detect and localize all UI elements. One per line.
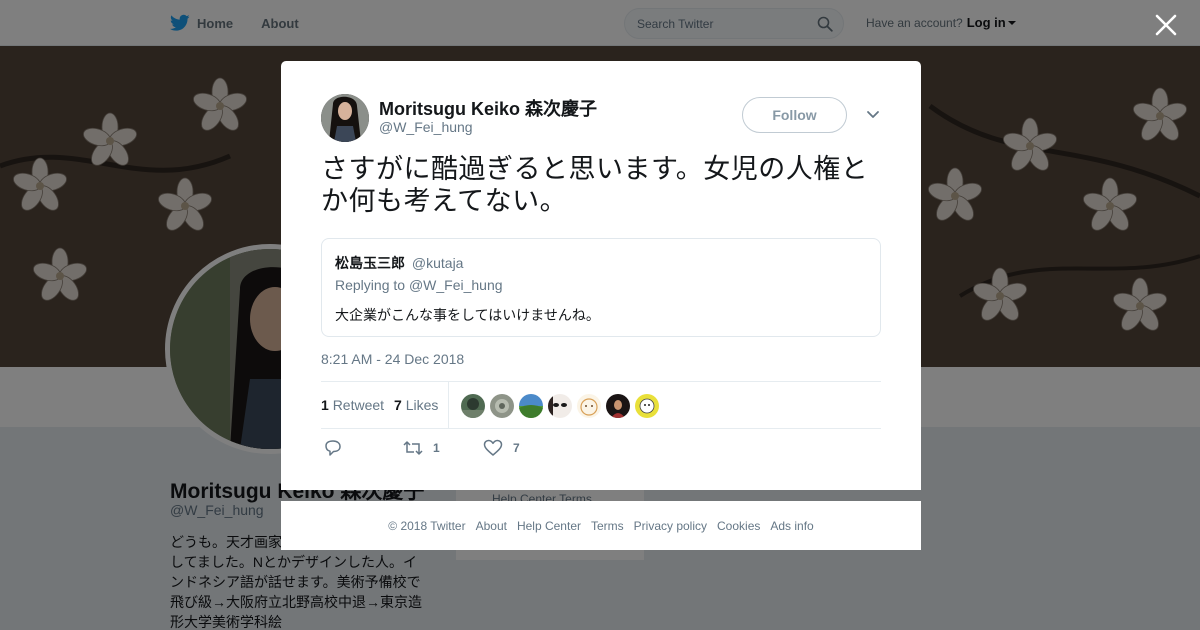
tweet-actions: 1 7 (321, 439, 721, 463)
footer-link-terms[interactable]: Terms (591, 519, 624, 533)
quoted-replying-to: Replying to @W_Fei_hung (335, 277, 503, 293)
quoted-tweet-text: 大企業がこんな事をしてはいけませんね。 (335, 307, 600, 323)
tweet-text: さすがに酷過ぎると思います。女児の人権とか何も考えてない。 (321, 154, 869, 216)
liker-avatar-image (519, 394, 543, 418)
quoted-tweet[interactable]: 松島玉三郎 @kutaja Replying to @W_Fei_hung 大企… (321, 238, 881, 337)
footer-link-about[interactable]: About (476, 519, 507, 533)
reply-icon (325, 440, 341, 456)
author-handle[interactable]: @W_Fei_hung (379, 119, 473, 135)
liker-avatar-image (461, 394, 485, 418)
replying-prefix: Replying to (335, 277, 406, 293)
author-avatar-image (321, 94, 369, 142)
liker-avatar[interactable] (490, 394, 514, 418)
heart-icon (483, 439, 503, 456)
liker-avatar-image (548, 394, 572, 418)
likes-stat-label: Likes (405, 397, 439, 413)
retweet-button[interactable]: 1 (403, 439, 440, 457)
tweet-modal: Moritsugu Keiko 森次慶子 @W_Fei_hung Follow … (281, 61, 921, 490)
retweet-stat-count: 1 (321, 397, 329, 413)
footer-link-help-center[interactable]: Help Center (517, 519, 581, 533)
liker-avatar[interactable] (548, 394, 572, 418)
liker-avatar-image (490, 394, 514, 418)
like-button[interactable]: 7 (483, 439, 520, 457)
liker-avatar[interactable] (519, 394, 543, 418)
quoted-author: 松島玉三郎 @kutaja (335, 253, 463, 273)
liker-avatar[interactable] (461, 394, 485, 418)
retweet-stat-label: Retweet (332, 397, 385, 413)
replying-to-handle[interactable]: @W_Fei_hung (409, 277, 503, 293)
stats-divider (448, 382, 449, 428)
author-avatar[interactable] (321, 94, 369, 142)
chevron-down-icon[interactable] (866, 109, 880, 121)
follow-button[interactable]: Follow (742, 97, 847, 133)
footer-link-ads-info[interactable]: Ads info (770, 519, 813, 533)
liker-avatar-image (635, 394, 659, 418)
liker-avatar-image (577, 394, 601, 418)
liker-avatar[interactable] (606, 394, 630, 418)
retweet-icon (403, 441, 423, 455)
tweet-stats: 1 Retweet 7 Likes (321, 381, 881, 429)
liker-avatar-image (606, 394, 630, 418)
retweet-action-count: 1 (433, 441, 440, 455)
liker-avatar[interactable] (635, 394, 659, 418)
footer-link-privacy[interactable]: Privacy policy (634, 519, 707, 533)
liker-avatar[interactable] (577, 394, 601, 418)
likes-stat[interactable]: 7 Likes (394, 397, 438, 413)
footer-bar: © 2018 Twitter About Help Center Terms P… (281, 501, 921, 550)
quoted-author-handle: @kutaja (411, 255, 464, 271)
footer-link-cookies[interactable]: Cookies (717, 519, 760, 533)
likes-stat-count: 7 (394, 397, 402, 413)
tweet-timestamp[interactable]: 8:21 AM - 24 Dec 2018 (321, 351, 464, 367)
quoted-author-name: 松島玉三郎 (335, 255, 405, 271)
footer-copyright: © 2018 Twitter (388, 518, 466, 533)
retweet-stat[interactable]: 1 Retweet (321, 397, 384, 413)
close-icon[interactable] (1153, 12, 1179, 38)
reply-button[interactable] (323, 439, 343, 457)
like-action-count: 7 (513, 441, 520, 455)
author-name[interactable]: Moritsugu Keiko 森次慶子 (379, 95, 597, 121)
